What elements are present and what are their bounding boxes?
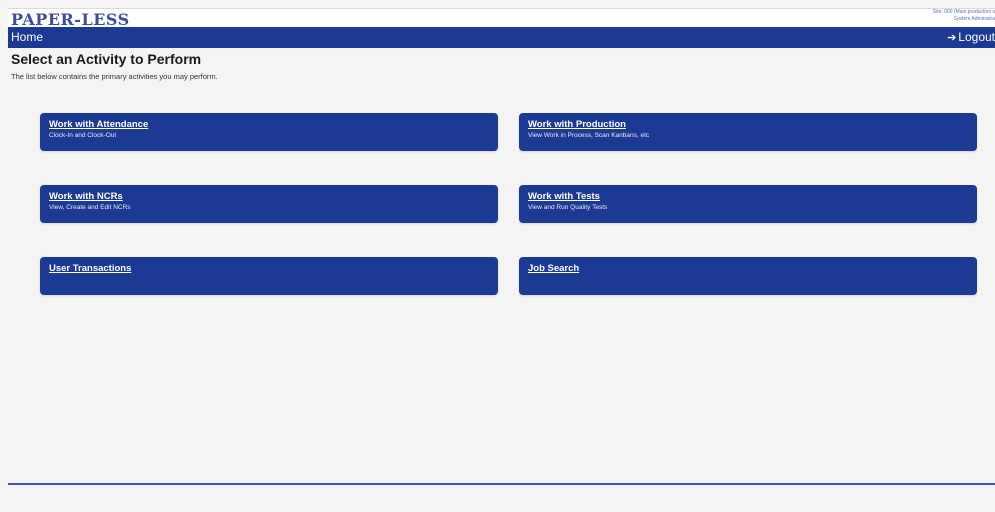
- activity-description: View Work in Process, Scan Kanbans, etc: [528, 132, 650, 139]
- activity-description: View and Run Quality Tests: [528, 204, 608, 211]
- site-info: Site: 000 (Main production s System Admi…: [933, 9, 995, 23]
- activity-description: Clock-In and Clock-Out: [49, 132, 117, 139]
- activity-description: View, Create and Edit NCRs: [49, 204, 131, 211]
- logout-label: Logout: [958, 30, 995, 44]
- activity-title[interactable]: Work with Production: [528, 119, 968, 131]
- user-role-label: System Administra: [953, 16, 995, 22]
- page-subtitle: The list below contains the primary acti…: [11, 72, 218, 81]
- navbar: Home ➔ Logout: [8, 27, 995, 48]
- page-title: Select an Activity to Perform: [11, 51, 202, 67]
- page: PAPER-LESS Site: 000 (Main production s …: [0, 0, 995, 512]
- activity-title[interactable]: Work with Tests: [528, 191, 968, 203]
- activity-card-tests[interactable]: Work with Tests View and Run Quality Tes…: [519, 185, 977, 223]
- activity-title[interactable]: User Transactions: [49, 263, 489, 275]
- nav-home-link[interactable]: Home: [11, 30, 43, 44]
- activity-title[interactable]: Work with Attendance: [49, 119, 489, 131]
- activity-card-user-transactions[interactable]: User Transactions: [40, 257, 498, 295]
- sign-out-icon: ➔: [947, 32, 957, 44]
- activity-card-production[interactable]: Work with Production View Work in Proces…: [519, 113, 977, 151]
- footer-divider: [8, 483, 995, 485]
- activity-card-ncrs[interactable]: Work with NCRs View, Create and Edit NCR…: [40, 185, 498, 223]
- activity-title[interactable]: Job Search: [528, 263, 968, 275]
- activity-card-job-search[interactable]: Job Search: [519, 257, 977, 295]
- top-header: PAPER-LESS Site: 000 (Main production s …: [8, 8, 995, 29]
- logout-button[interactable]: ➔ Logout: [947, 30, 995, 44]
- site-label: Site: 000 (Main production s: [932, 9, 995, 15]
- activity-title[interactable]: Work with NCRs: [49, 191, 489, 203]
- activity-card-attendance[interactable]: Work with Attendance Clock-In and Clock-…: [40, 113, 498, 151]
